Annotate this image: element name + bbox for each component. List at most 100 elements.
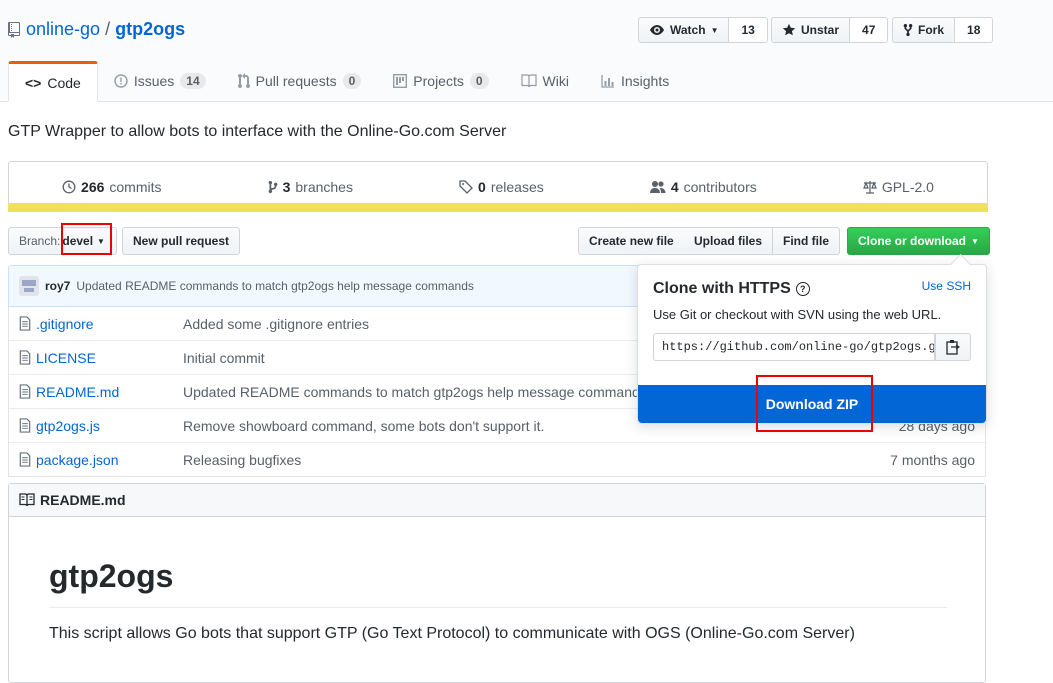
highlight-box-branch: [61, 223, 112, 255]
readme-filename: README.md: [40, 492, 126, 508]
divider: [49, 607, 947, 608]
repo-title: online-go / gtp2ogs: [8, 19, 185, 40]
file-name-link[interactable]: .gitignore: [36, 316, 94, 332]
repo-nav: <> Code Issues 14 Pull requests 0 Projec…: [8, 61, 685, 102]
file-name-link[interactable]: package.json: [36, 452, 119, 468]
tab-insights[interactable]: Insights: [585, 61, 685, 101]
file-commit-message[interactable]: Releasing bugfixes: [183, 452, 301, 468]
contributors-link[interactable]: 4 contributors: [649, 178, 757, 195]
tab-projects[interactable]: Projects 0: [377, 61, 504, 101]
pull-request-icon: [237, 73, 250, 89]
tab-pull-requests-label: Pull requests: [255, 73, 337, 89]
tab-code-label: Code: [47, 74, 81, 91]
file-commit-message[interactable]: Initial commit: [183, 350, 265, 366]
book-icon: [19, 493, 35, 507]
commits-link[interactable]: 266 commits: [62, 178, 162, 195]
clone-title: Clone with HTTPS ?: [653, 280, 810, 298]
file-icon: [19, 350, 31, 368]
use-ssh-link[interactable]: Use SSH: [922, 279, 971, 293]
avatar[interactable]: [19, 276, 39, 296]
readme-header: README.md: [9, 484, 985, 517]
file-commit-message[interactable]: Remove showboard command, some bots don'…: [183, 418, 544, 434]
upload-files-button[interactable]: Upload files: [684, 227, 774, 255]
file-commit-message[interactable]: Updated README commands to match gtp2ogs…: [183, 384, 647, 400]
eye-icon: [649, 24, 665, 36]
new-pull-request-button[interactable]: New pull request: [122, 227, 241, 255]
watch-count[interactable]: 13: [729, 17, 768, 43]
file-commit-message[interactable]: Added some .gitignore entries: [183, 316, 369, 332]
clone-title-text: Clone with HTTPS: [653, 280, 791, 297]
branches-label: branches: [295, 178, 353, 195]
file-name-link[interactable]: LICENSE: [36, 350, 96, 366]
fork-icon: [903, 23, 913, 37]
readme-text: This script allows Go bots that support …: [49, 625, 855, 642]
commits-label: commits: [109, 178, 162, 195]
commit-message[interactable]: Updated README commands to match gtp2ogs…: [76, 279, 474, 293]
file-name-link[interactable]: gtp2ogs.js: [36, 418, 100, 434]
repo-name-link[interactable]: gtp2ogs: [115, 19, 185, 40]
commit-author[interactable]: roy7: [45, 279, 70, 293]
issue-icon: [114, 74, 128, 88]
project-icon: [393, 74, 408, 88]
file-icon: [19, 316, 31, 334]
branch-prefix: Branch:: [19, 234, 61, 248]
repo-owner-link[interactable]: online-go: [26, 19, 100, 40]
file-icon: [19, 384, 31, 402]
readme: README.md gtp2ogs This script allows Go …: [8, 483, 986, 683]
fork-button[interactable]: Fork: [892, 17, 956, 43]
file-age: 7 months ago: [890, 451, 975, 468]
file-icon: [19, 418, 31, 436]
tab-code[interactable]: <> Code: [8, 61, 98, 102]
repo-separator: /: [105, 19, 111, 39]
clone-subtitle: Use Git or checkout with SVN using the w…: [653, 307, 942, 322]
pull-requests-count: 0: [342, 73, 362, 89]
releases-label: releases: [490, 178, 544, 195]
file-icon: [19, 452, 31, 470]
unstar-label: Unstar: [801, 23, 840, 37]
copy-to-clipboard-button[interactable]: [935, 333, 971, 361]
tab-pull-requests[interactable]: Pull requests 0: [222, 61, 378, 101]
repo-icon: [8, 21, 20, 38]
unstar-button[interactable]: Unstar: [771, 17, 851, 43]
question-icon[interactable]: ?: [795, 282, 810, 296]
code-icon: <>: [25, 74, 42, 91]
tab-issues-label: Issues: [133, 73, 175, 89]
history-icon: [62, 180, 76, 194]
fork-group: Fork 18: [892, 17, 994, 43]
contributors-label: contributors: [683, 178, 757, 195]
fork-label: Fork: [918, 23, 945, 37]
book-icon: [520, 74, 537, 88]
star-icon: [782, 23, 796, 37]
watch-label: Watch: [670, 23, 706, 37]
language-bar: [8, 203, 988, 211]
contributors-count: 4: [670, 178, 679, 195]
people-icon: [649, 180, 666, 194]
tab-issues[interactable]: Issues 14: [98, 61, 222, 101]
releases-link[interactable]: 0 releases: [459, 179, 544, 195]
watch-group: Watch ▼ 13: [638, 17, 768, 43]
graph-icon: [601, 74, 615, 88]
find-file-button[interactable]: Find file: [773, 227, 840, 255]
tab-wiki-label: Wiki: [542, 73, 569, 89]
tab-projects-label: Projects: [413, 73, 464, 89]
fork-count[interactable]: 18: [955, 17, 994, 43]
star-count[interactable]: 47: [850, 17, 889, 43]
star-group: Unstar 47: [771, 17, 889, 43]
repo-header: online-go / gtp2ogs Watch ▼ 13 Unstar 47…: [0, 0, 1053, 102]
clone-or-download-button[interactable]: Clone or download ▼: [847, 227, 990, 255]
watch-button[interactable]: Watch ▼: [638, 17, 730, 43]
clipboard-icon: [946, 339, 960, 355]
tab-wiki[interactable]: Wiki: [505, 61, 585, 101]
branches-link[interactable]: 3 branches: [268, 179, 353, 195]
highlight-box-download: [756, 375, 873, 432]
dropdown-caret: [949, 253, 972, 276]
law-icon: [862, 180, 877, 194]
releases-count: 0: [478, 178, 486, 195]
file-name-link[interactable]: README.md: [36, 384, 119, 400]
license-link[interactable]: GPL-2.0: [862, 179, 934, 195]
create-new-file-button[interactable]: Create new file: [578, 227, 685, 255]
clone-or-download-label: Clone or download: [858, 234, 966, 248]
file-row: package.json Releasing bugfixes 7 months a…: [9, 442, 985, 476]
clone-url-input[interactable]: https://github.com/online-go/gtp2ogs.git: [653, 333, 935, 361]
tag-icon: [459, 179, 473, 194]
